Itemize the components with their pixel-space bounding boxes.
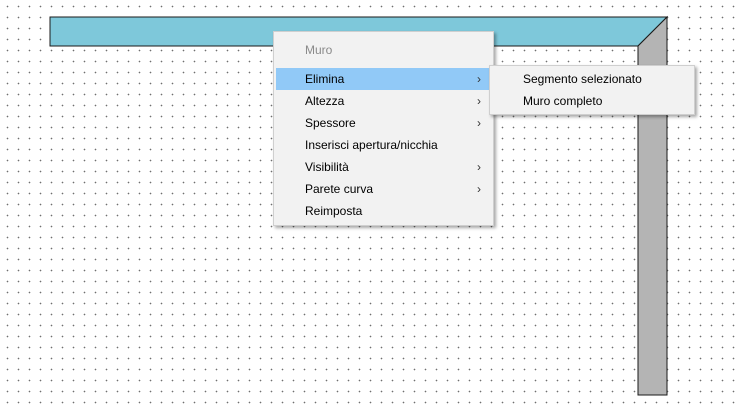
chevron-right-icon: › <box>477 182 481 196</box>
elimina-submenu: Segmento selezionato Muro completo <box>489 65 695 115</box>
chevron-right-icon: › <box>477 94 481 108</box>
menu-item-label: Spessore <box>305 116 356 130</box>
menu-item-label: Parete curva <box>305 182 374 196</box>
chevron-right-icon: › <box>477 72 481 86</box>
menu-item-label: Inserisci apertura/nicchia <box>305 138 438 152</box>
menu-item-altezza[interactable]: Altezza › <box>276 90 491 112</box>
wall-context-menu: Muro Elimina › Altezza › Spessore › Inse… <box>273 31 494 226</box>
submenu-item-muro-completo[interactable]: Muro completo <box>492 90 692 112</box>
menu-item-label: Altezza <box>305 94 345 108</box>
menu-item-spessore[interactable]: Spessore › <box>276 112 491 134</box>
menu-item-elimina[interactable]: Elimina › <box>276 68 491 90</box>
menu-item-label: Reimposta <box>305 204 363 218</box>
menu-item-inserisci-apertura[interactable]: Inserisci apertura/nicchia <box>276 134 491 156</box>
menu-item-reimposta[interactable]: Reimposta <box>276 200 491 222</box>
menu-item-visibilita[interactable]: Visibilità › <box>276 156 491 178</box>
menu-item-label: Visibilità <box>305 160 349 174</box>
submenu-item-segmento-selezionato[interactable]: Segmento selezionato <box>492 68 692 90</box>
chevron-right-icon: › <box>477 160 481 174</box>
menu-item-label: Elimina <box>305 72 345 86</box>
chevron-right-icon: › <box>477 116 481 130</box>
context-menu-title: Muro <box>305 43 333 57</box>
menu-item-parete-curva[interactable]: Parete curva › <box>276 178 491 200</box>
